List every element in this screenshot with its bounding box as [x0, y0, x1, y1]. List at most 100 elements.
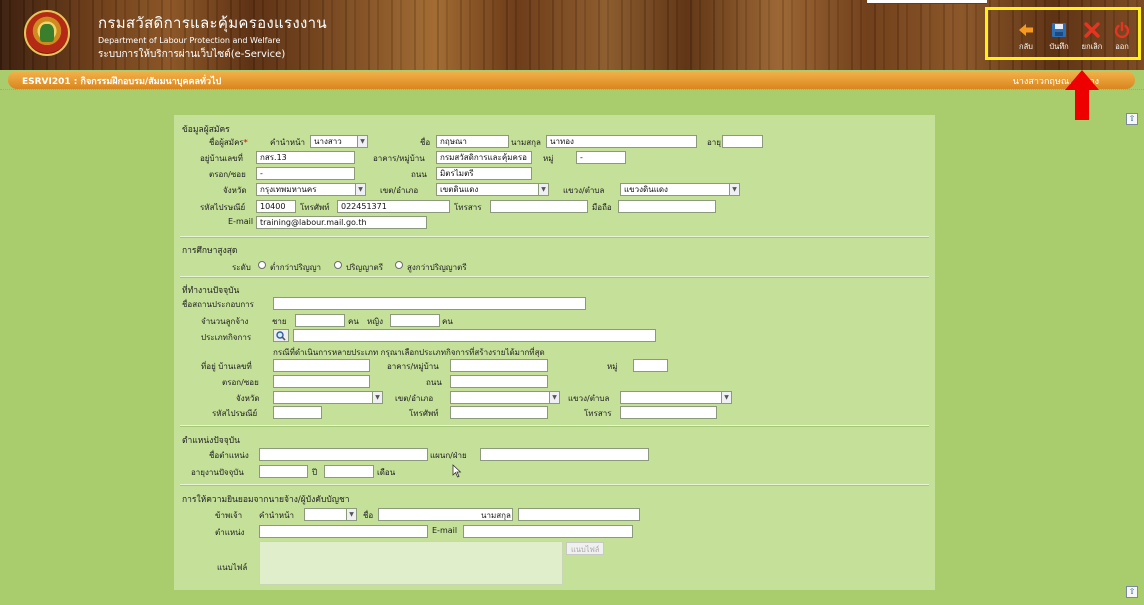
page-titlebar: ESRVI201 : กิจกรรมฝึกอบรม/สัมมนาบุคคลทั่…: [8, 71, 1135, 89]
floppy-disk-icon: [1052, 23, 1066, 37]
edu-radio-bachelor[interactable]: [334, 261, 342, 269]
moo-input[interactable]: -: [576, 151, 626, 164]
dept-input[interactable]: [480, 448, 649, 461]
houseno-input[interactable]: กสร.13: [256, 151, 355, 164]
work-phone-input[interactable]: [450, 406, 548, 419]
business-type-search-button[interactable]: [273, 329, 289, 342]
brand-block: กรมสวัสดิการและคุ้มครองแรงงาน Department…: [98, 11, 327, 62]
consent-position-label: ตำแหน่ง: [215, 528, 245, 537]
work-province-select[interactable]: ▼: [273, 391, 383, 404]
year-label: ปี: [312, 468, 318, 477]
work-building-label: อาคาร/หมู่บ้าน: [387, 362, 439, 371]
first-name-label: ชื่อ: [420, 138, 431, 147]
exit-label: ออก: [1115, 42, 1129, 51]
save-button[interactable]: บันทึก: [1043, 21, 1075, 53]
red-up-arrow-annotation: [1065, 70, 1099, 120]
district-select[interactable]: เขตดินแดง ▼: [436, 183, 549, 196]
district-label: เขต/อำเภอ: [380, 186, 419, 195]
email-input[interactable]: training@labour.mail.go.th: [256, 216, 427, 229]
scroll-top-icon[interactable]: ⇧: [1126, 113, 1138, 125]
registration-form: ข้อมูลผู้สมัคร ชื่อผู้สมัคร* คำนำหน้า นา…: [174, 115, 935, 590]
education-level-label: ระดับ: [232, 263, 251, 272]
position-title-input[interactable]: [259, 448, 428, 461]
chevron-down-icon: ▼: [346, 508, 357, 521]
age-label: อายุ: [707, 138, 721, 147]
road-label: ถนน: [411, 170, 427, 179]
work-building-input[interactable]: [450, 359, 548, 372]
work-road-input[interactable]: [450, 375, 548, 388]
consent-last-label: นามสกุล: [481, 511, 511, 520]
back-button[interactable]: กลับ: [1010, 21, 1042, 53]
edu-radio-above-bachelor[interactable]: [395, 261, 403, 269]
company-input[interactable]: [273, 297, 586, 310]
consent-prefix-select[interactable]: ▼: [304, 508, 357, 521]
prefix-select[interactable]: นางสาว ▼: [310, 135, 368, 148]
cancel-button[interactable]: ยกเลิก: [1076, 21, 1108, 53]
age-input[interactable]: [722, 135, 763, 148]
work-district-label: เขต/อำเภอ: [395, 394, 434, 403]
work-zip-input[interactable]: [273, 406, 322, 419]
work-soi-input[interactable]: [273, 375, 370, 388]
consent-email-input[interactable]: [463, 525, 633, 538]
zip-input[interactable]: 10400: [256, 200, 296, 213]
section-education: การศึกษาสูงสุด: [182, 246, 238, 256]
applicant-name-label: ชื่อผู้สมัคร*: [209, 138, 248, 147]
last-name-input[interactable]: นาทอง: [546, 135, 697, 148]
tenure-month-input[interactable]: [324, 465, 374, 478]
soi-input[interactable]: -: [256, 167, 355, 180]
attach-textarea[interactable]: [259, 541, 563, 585]
work-houseno-label: ที่อยู่ บ้านเลขที่: [201, 362, 252, 371]
work-district-select[interactable]: ▼: [450, 391, 560, 404]
edu-radio-below-bachelor[interactable]: [258, 261, 266, 269]
work-subdistrict-select[interactable]: ▼: [620, 391, 732, 404]
first-name-input[interactable]: กฤษณา: [436, 135, 509, 148]
tenure-year-input[interactable]: [259, 465, 308, 478]
female-count-input[interactable]: [390, 314, 440, 327]
scroll-top-icon-bottom[interactable]: ⇧: [1126, 586, 1138, 598]
business-type-input[interactable]: [293, 329, 656, 342]
soi-label: ตรอก/ซอย: [209, 170, 246, 179]
province-select[interactable]: กรุงเทพมหานคร ▼: [256, 183, 366, 196]
section-divider: [180, 425, 929, 427]
work-phone-label: โทรศัพท์: [409, 409, 439, 418]
section-divider: [180, 484, 929, 486]
brand-subtitle: ระบบการให้บริการผ่านเว็บไซต์(e-Service): [98, 49, 286, 60]
chevron-down-icon: ▼: [721, 391, 732, 404]
consent-position-input[interactable]: [259, 525, 428, 538]
male-count-input[interactable]: [295, 314, 345, 327]
building-label: อาคาร/หมู่บ้าน: [373, 154, 425, 163]
consent-last-input[interactable]: [518, 508, 640, 521]
mobile-input[interactable]: [618, 200, 716, 213]
work-moo-input[interactable]: [633, 359, 668, 372]
attach-file-button[interactable]: แนบไฟล์: [566, 542, 605, 555]
consent-email-label: E-mail: [432, 526, 458, 535]
section-divider: [180, 236, 929, 238]
chevron-down-icon: ▼: [549, 391, 560, 404]
email-label: E-mail: [228, 217, 254, 226]
power-icon: [1114, 21, 1130, 38]
work-fax-input[interactable]: [620, 406, 717, 419]
road-input[interactable]: มิตรไมตรี: [436, 167, 532, 180]
section-applicant: ข้อมูลผู้สมัคร: [182, 125, 230, 135]
last-name-label: นามสกุล: [511, 138, 541, 147]
chevron-down-icon: ▼: [538, 183, 549, 196]
subdistrict-label: แขวง/ตำบล: [563, 186, 605, 195]
chevron-down-icon: ▼: [355, 183, 366, 196]
building-input[interactable]: กรมสวัสดิการและคุ้มครอ: [436, 151, 532, 164]
zip-label: รหัสไปรษณีย์: [200, 203, 246, 212]
back-label: กลับ: [1019, 42, 1033, 51]
phone-input[interactable]: 022451371: [337, 200, 450, 213]
subdistrict-select[interactable]: แขวงดินแดง ▼: [620, 183, 740, 196]
work-houseno-input[interactable]: [273, 359, 370, 372]
exit-button[interactable]: ออก: [1106, 21, 1138, 53]
work-soi-label: ตรอก/ซอย: [222, 378, 259, 387]
fax-input[interactable]: [490, 200, 588, 213]
consent-name-label: ชื่อ: [363, 511, 374, 520]
employees-label: จำนวนลูกจ้าง: [201, 317, 249, 326]
business-type-note: กรณีที่ดำเนินการหลายประเภท กรุณาเลือกประ…: [273, 348, 545, 357]
chevron-down-icon: ▼: [357, 135, 368, 148]
mouse-cursor-icon: [452, 464, 462, 478]
province-label: จังหวัด: [223, 186, 247, 195]
consent-prefix-label: คำนำหน้า: [259, 511, 295, 520]
attach-label: แนบไฟล์: [217, 563, 248, 572]
